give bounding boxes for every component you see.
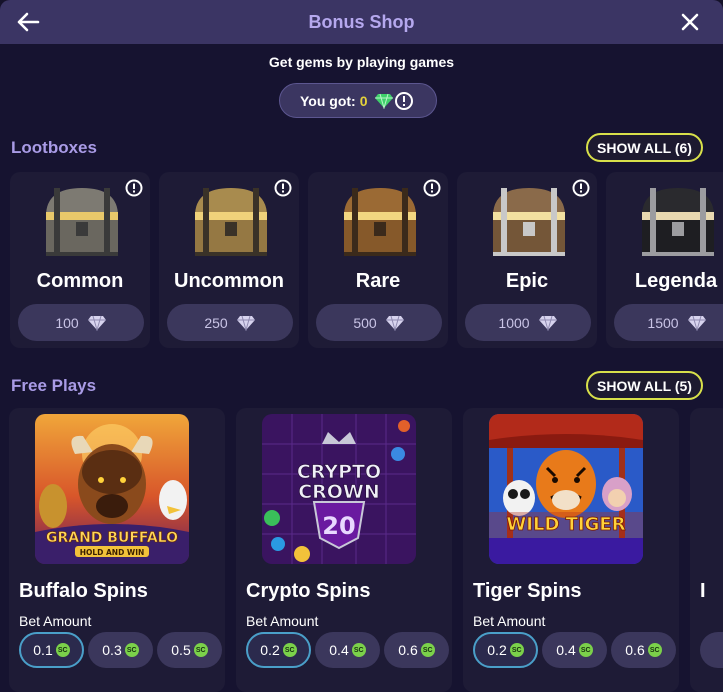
free-plays-title: Free Plays: [11, 376, 97, 395]
sc-coin-icon: SC: [647, 643, 662, 657]
info-icon[interactable]: [422, 178, 442, 203]
chest-icon: [642, 188, 714, 256]
header-bar: Bonus Shop: [0, 0, 723, 44]
thumb-title: CRYPTO: [297, 461, 381, 483]
bet-amount-label: Bet Amount: [19, 613, 92, 629]
thumb-number: 20: [322, 512, 355, 540]
sc-coin-icon: SC: [55, 643, 70, 657]
arrow-left-icon: [17, 12, 40, 32]
free-play-card-partial[interactable]: I: [690, 408, 723, 692]
bet-option[interactable]: 0.6 SC: [384, 632, 449, 668]
lootbox-card-epic[interactable]: Epic 1000: [457, 172, 597, 348]
lootboxes-row: Common 100 Uncommon 250 Rare 500 Epic 10…: [10, 172, 723, 348]
game-name: Tiger Spins: [473, 580, 582, 602]
page-title: Bonus Shop: [308, 11, 415, 32]
free-play-card-crypto[interactable]: CRYPTO CROWN 20 Crypto Spins Bet Amount …: [236, 408, 452, 692]
sc-coin-icon: SC: [282, 643, 297, 657]
bet-option[interactable]: 0.6 SC: [611, 632, 676, 668]
gem-balance-label: You got:: [300, 92, 356, 109]
bet-options: [700, 632, 723, 668]
diamond-icon: [385, 315, 405, 331]
sc-coin-icon: SC: [420, 643, 435, 657]
info-icon[interactable]: [394, 91, 414, 114]
lootbox-price-button[interactable]: 1500: [614, 304, 723, 341]
bet-option[interactable]: 0.3 SC: [88, 632, 153, 668]
diamond-icon: [538, 315, 558, 331]
free-play-card-buffalo[interactable]: GRAND BUFFALO HOLD AND WIN Buffalo Spins…: [9, 408, 225, 692]
chest-icon: [493, 188, 565, 256]
game-thumbnail-grand-buffalo[interactable]: GRAND BUFFALO HOLD AND WIN: [35, 414, 189, 564]
lootboxes-show-all-button[interactable]: SHOW ALL (6): [586, 133, 703, 162]
chest-icon: [195, 188, 267, 256]
lootbox-card-legendary[interactable]: Legenda 1500: [606, 172, 723, 348]
lootbox-price: 1000: [498, 314, 530, 331]
chest-icon: [344, 188, 416, 256]
bet-options: 0.1 SC 0.3 SC 0.5 SC: [19, 632, 222, 668]
sc-coin-icon: SC: [351, 643, 366, 657]
lootbox-price: 100: [55, 314, 79, 331]
lootboxes-title: Lootboxes: [11, 138, 97, 157]
bet-option[interactable]: [700, 632, 723, 668]
thumb-title-line2: CROWN: [298, 481, 380, 503]
thumb-title: GRAND BUFFALO: [46, 530, 178, 546]
game-thumbnail-crypto-crown[interactable]: CRYPTO CROWN 20: [262, 414, 416, 564]
bet-amount-label: Bet Amount: [473, 613, 546, 629]
sc-coin-icon: SC: [509, 643, 524, 657]
bet-option-selected[interactable]: 0.2 SC: [246, 632, 311, 668]
lootbox-card-common[interactable]: Common 100: [10, 172, 150, 348]
diamond-icon: [687, 315, 707, 331]
sc-coin-icon: SC: [193, 643, 208, 657]
lootbox-price-button[interactable]: 100: [18, 304, 144, 341]
bonus-shop-dialog: Bonus Shop Get gems by playing games You…: [0, 0, 723, 692]
gem-balance-count: 0: [359, 92, 368, 109]
bet-option-selected[interactable]: 0.2 SC: [473, 632, 538, 668]
info-icon[interactable]: [124, 178, 144, 203]
game-thumbnail-wild-tiger[interactable]: WILD TIGER: [489, 414, 643, 564]
lootbox-price-button[interactable]: 250: [167, 304, 293, 341]
back-button[interactable]: [14, 8, 42, 36]
gem-balance: You got: 0: [279, 83, 437, 118]
bet-option-selected[interactable]: 0.1 SC: [19, 632, 84, 668]
lootbox-name: Common: [36, 270, 124, 292]
lootbox-name: Uncommon: [174, 270, 284, 292]
bet-options: 0.2 SC 0.4 SC 0.6 SC: [473, 632, 676, 668]
lootbox-price-button[interactable]: 1000: [465, 304, 591, 341]
thumb-title: WILD TIGER: [506, 514, 625, 535]
lootbox-card-rare[interactable]: Rare 500: [308, 172, 448, 348]
lootbox-price: 1500: [647, 314, 679, 331]
diamond-icon: [87, 315, 107, 331]
lootbox-price-button[interactable]: 500: [316, 304, 442, 341]
close-button[interactable]: [677, 9, 703, 35]
lootbox-name: Epic: [505, 270, 549, 292]
game-name: Buffalo Spins: [19, 580, 148, 602]
lootbox-card-uncommon[interactable]: Uncommon 250: [159, 172, 299, 348]
bet-amount-label: Bet Amount: [246, 613, 319, 629]
game-name: Crypto Spins: [246, 580, 371, 602]
bet-options: 0.2 SC 0.4 SC 0.6 SC: [246, 632, 449, 668]
subtitle: Get gems by playing games: [268, 54, 455, 70]
lootbox-price: 250: [204, 314, 228, 331]
free-play-card-tiger[interactable]: WILD TIGER Tiger Spins Bet Amount 0.2 SC …: [463, 408, 679, 692]
chest-icon: [46, 188, 118, 256]
close-icon: [681, 13, 699, 31]
sc-coin-icon: SC: [578, 643, 593, 657]
lootbox-name: Legenda: [634, 270, 718, 292]
lootbox-name: Rare: [355, 270, 401, 292]
info-icon[interactable]: [571, 178, 591, 203]
bet-option[interactable]: 0.5 SC: [157, 632, 222, 668]
bet-option[interactable]: 0.4 SC: [542, 632, 607, 668]
lootbox-price: 500: [353, 314, 377, 331]
green-gem-icon: [374, 93, 394, 109]
info-icon[interactable]: [273, 178, 293, 203]
bet-option[interactable]: 0.4 SC: [315, 632, 380, 668]
sc-coin-icon: SC: [124, 643, 139, 657]
game-name: I: [700, 580, 706, 602]
diamond-icon: [236, 315, 256, 331]
free-plays-show-all-button[interactable]: SHOW ALL (5): [586, 371, 703, 400]
thumb-subtitle: HOLD AND WIN: [80, 548, 145, 557]
